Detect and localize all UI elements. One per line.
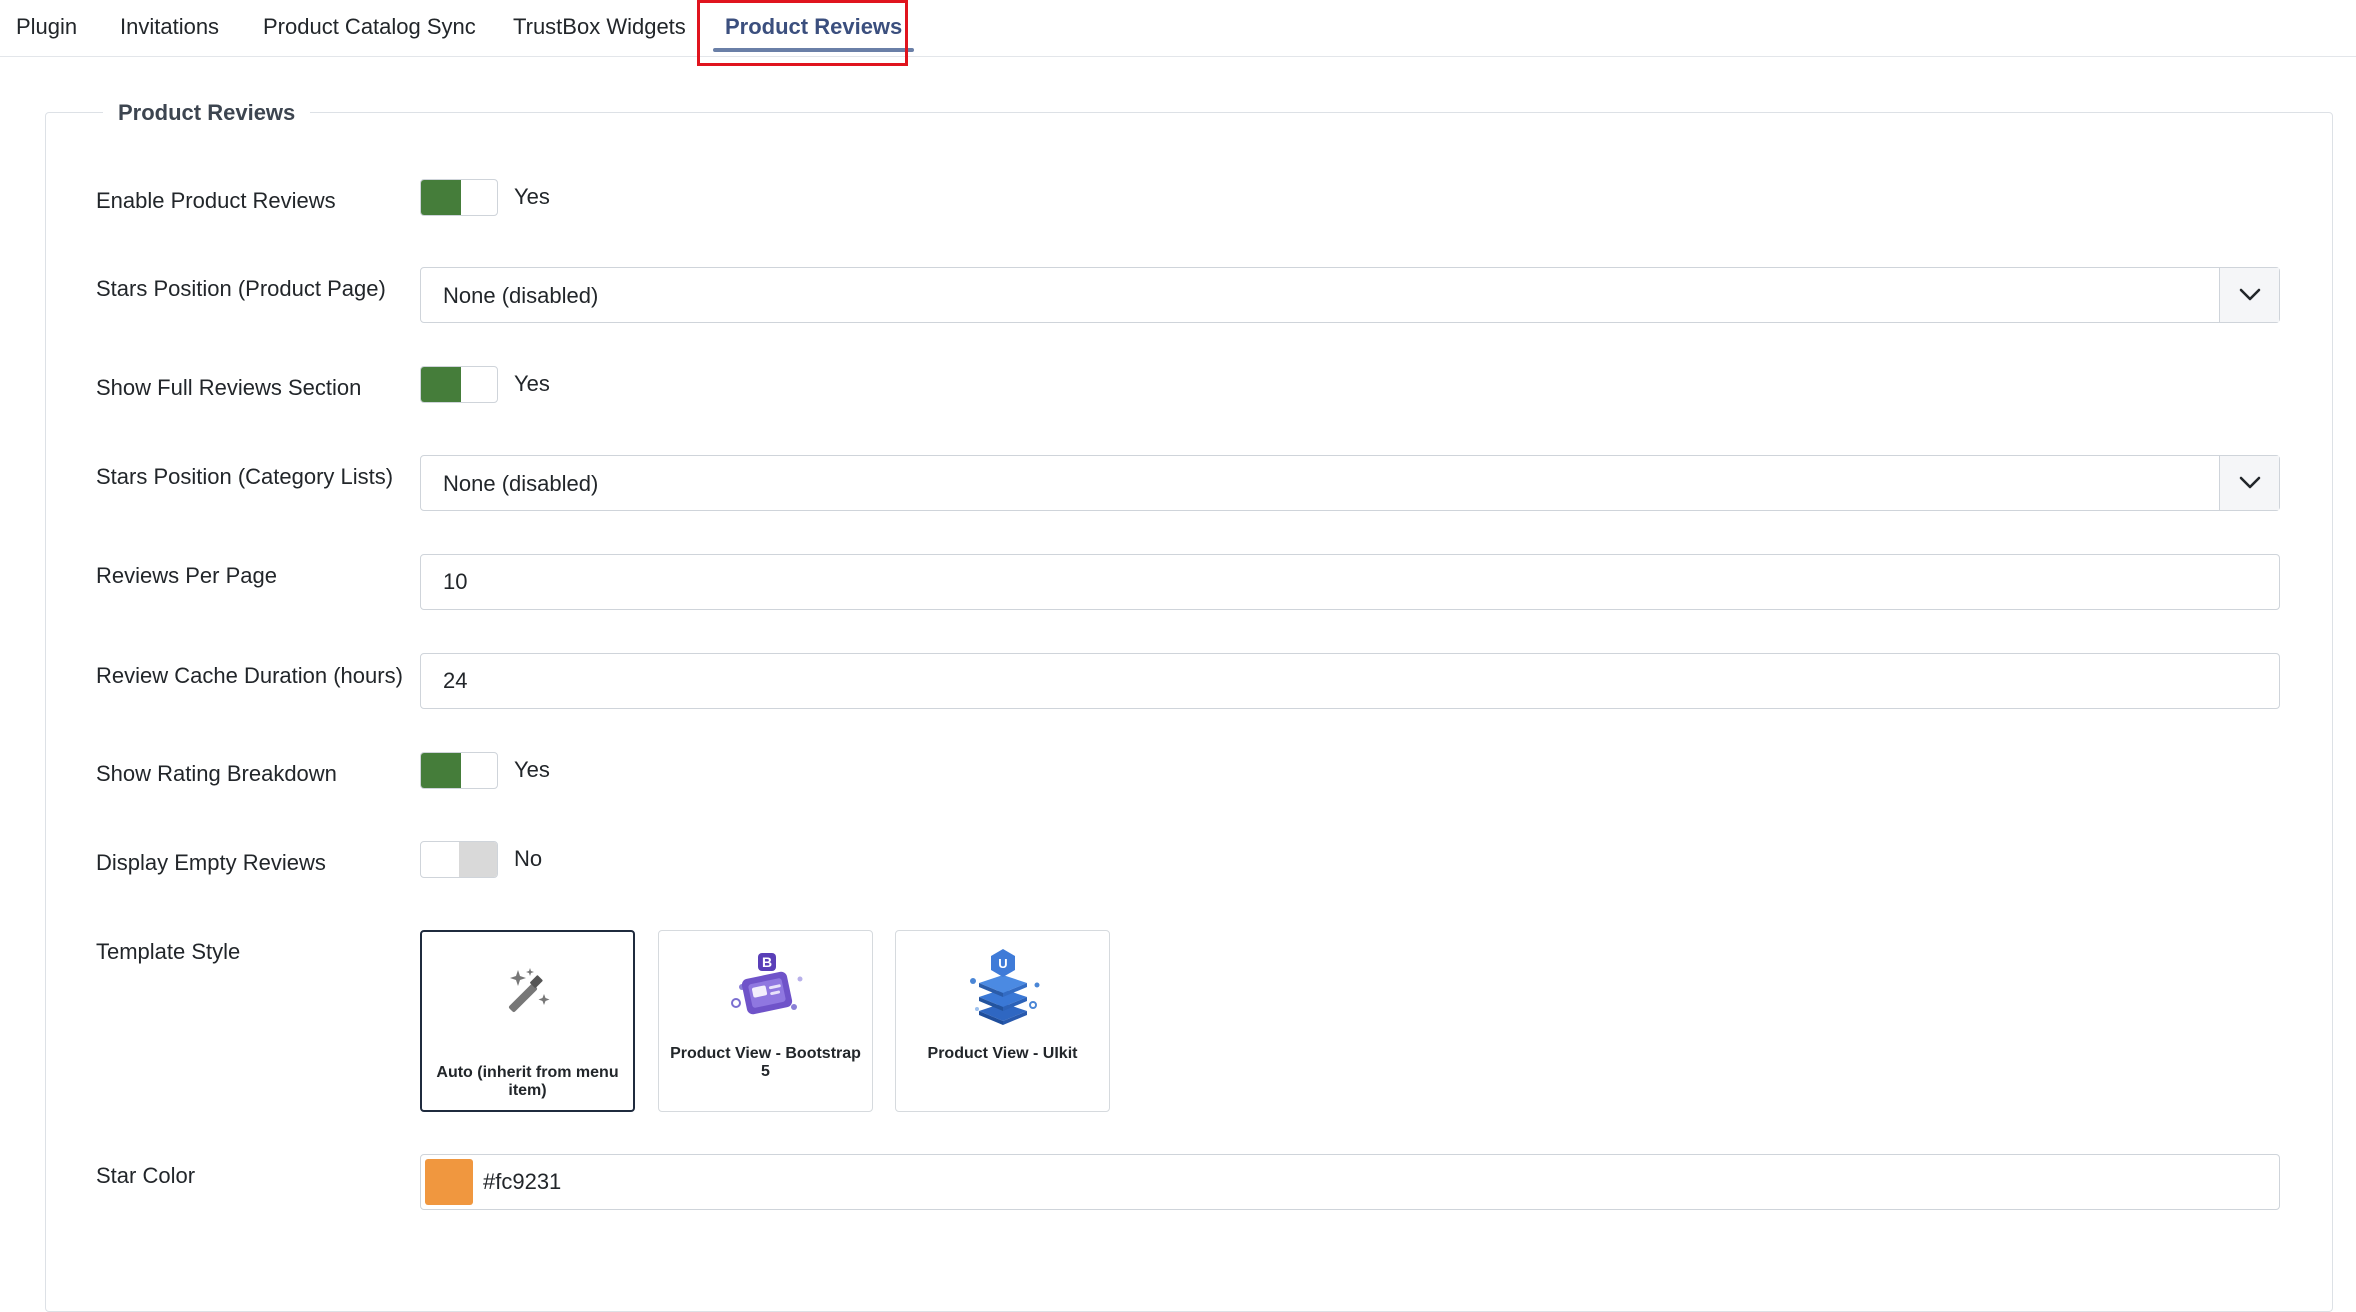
svg-text:B: B (761, 954, 771, 970)
enable-product-reviews-toggle[interactable] (420, 179, 498, 216)
stars-position-product-select[interactable]: None (disabled) (420, 267, 2280, 323)
highlight-box (697, 0, 908, 66)
reviews-per-page-label: Reviews Per Page (96, 563, 277, 588)
display-empty-reviews-value: No (514, 846, 543, 871)
enable-product-reviews-value: Yes (514, 184, 550, 209)
show-full-reviews-value: Yes (514, 371, 550, 396)
stars-position-product-value: None (disabled) (443, 283, 599, 308)
stars-position-category-value: None (disabled) (443, 471, 599, 496)
tab-invitations[interactable]: Invitations (120, 0, 219, 57)
stars-position-product-label: Stars Position (Product Page) (96, 276, 386, 301)
tab-trustbox-widgets[interactable]: TrustBox Widgets (513, 0, 686, 57)
template-style-label: Template Style (96, 939, 241, 964)
stars-position-category-label: Stars Position (Category Lists) (96, 464, 394, 489)
show-full-reviews-label: Show Full Reviews Section (96, 375, 362, 400)
tab-product-catalog-sync[interactable]: Product Catalog Sync (263, 0, 476, 57)
fieldset-legend: Product Reviews (103, 98, 311, 128)
review-cache-duration-label: Review Cache Duration (hours) (96, 663, 403, 688)
toggle-on-indicator (421, 753, 461, 788)
show-full-reviews-toggle[interactable] (420, 366, 498, 403)
show-rating-breakdown-toggle[interactable] (420, 752, 498, 789)
star-color-value: #fc9231 (483, 1169, 562, 1194)
review-cache-duration-input[interactable] (420, 653, 2280, 709)
template-option-uikit-label: Product View - UIkit (927, 1045, 1078, 1062)
toggle-on-indicator (421, 180, 461, 215)
template-option-bootstrap-label: Product View - Bootstrap 5 (670, 1045, 861, 1080)
reviews-per-page-input[interactable] (420, 554, 2280, 610)
template-option-auto-label: Auto (inherit from menu item) (436, 1064, 619, 1099)
chevron-down-icon (2219, 456, 2279, 510)
star-color-swatch[interactable] (425, 1159, 473, 1205)
magic-wand-icon (422, 942, 633, 1042)
chevron-down-icon (2219, 268, 2279, 322)
template-option-uikit[interactable]: U Product View - UIkit (895, 930, 1110, 1112)
enable-product-reviews-label: Enable Product Reviews (96, 188, 336, 213)
star-color-field[interactable]: #fc9231 (420, 1154, 2280, 1210)
template-option-auto[interactable]: Auto (inherit from menu item) (420, 930, 635, 1112)
display-empty-reviews-label: Display Empty Reviews (96, 850, 326, 875)
tab-bar: Plugin Invitations Product Catalog Sync … (0, 0, 2356, 57)
uikit-icon: U (896, 941, 1109, 1041)
toggle-off-indicator (459, 842, 497, 877)
tab-plugin[interactable]: Plugin (16, 0, 77, 57)
bootstrap-icon: B (659, 941, 872, 1041)
toggle-on-indicator (421, 367, 461, 402)
svg-text:U: U (998, 956, 1007, 971)
show-rating-breakdown-value: Yes (514, 757, 550, 782)
show-rating-breakdown-label: Show Rating Breakdown (96, 761, 337, 786)
star-color-label: Star Color (96, 1163, 196, 1188)
template-option-bootstrap[interactable]: B Product View - Bootstrap 5 (658, 930, 873, 1112)
stars-position-category-select[interactable]: None (disabled) (420, 455, 2280, 511)
display-empty-reviews-toggle[interactable] (420, 841, 498, 878)
